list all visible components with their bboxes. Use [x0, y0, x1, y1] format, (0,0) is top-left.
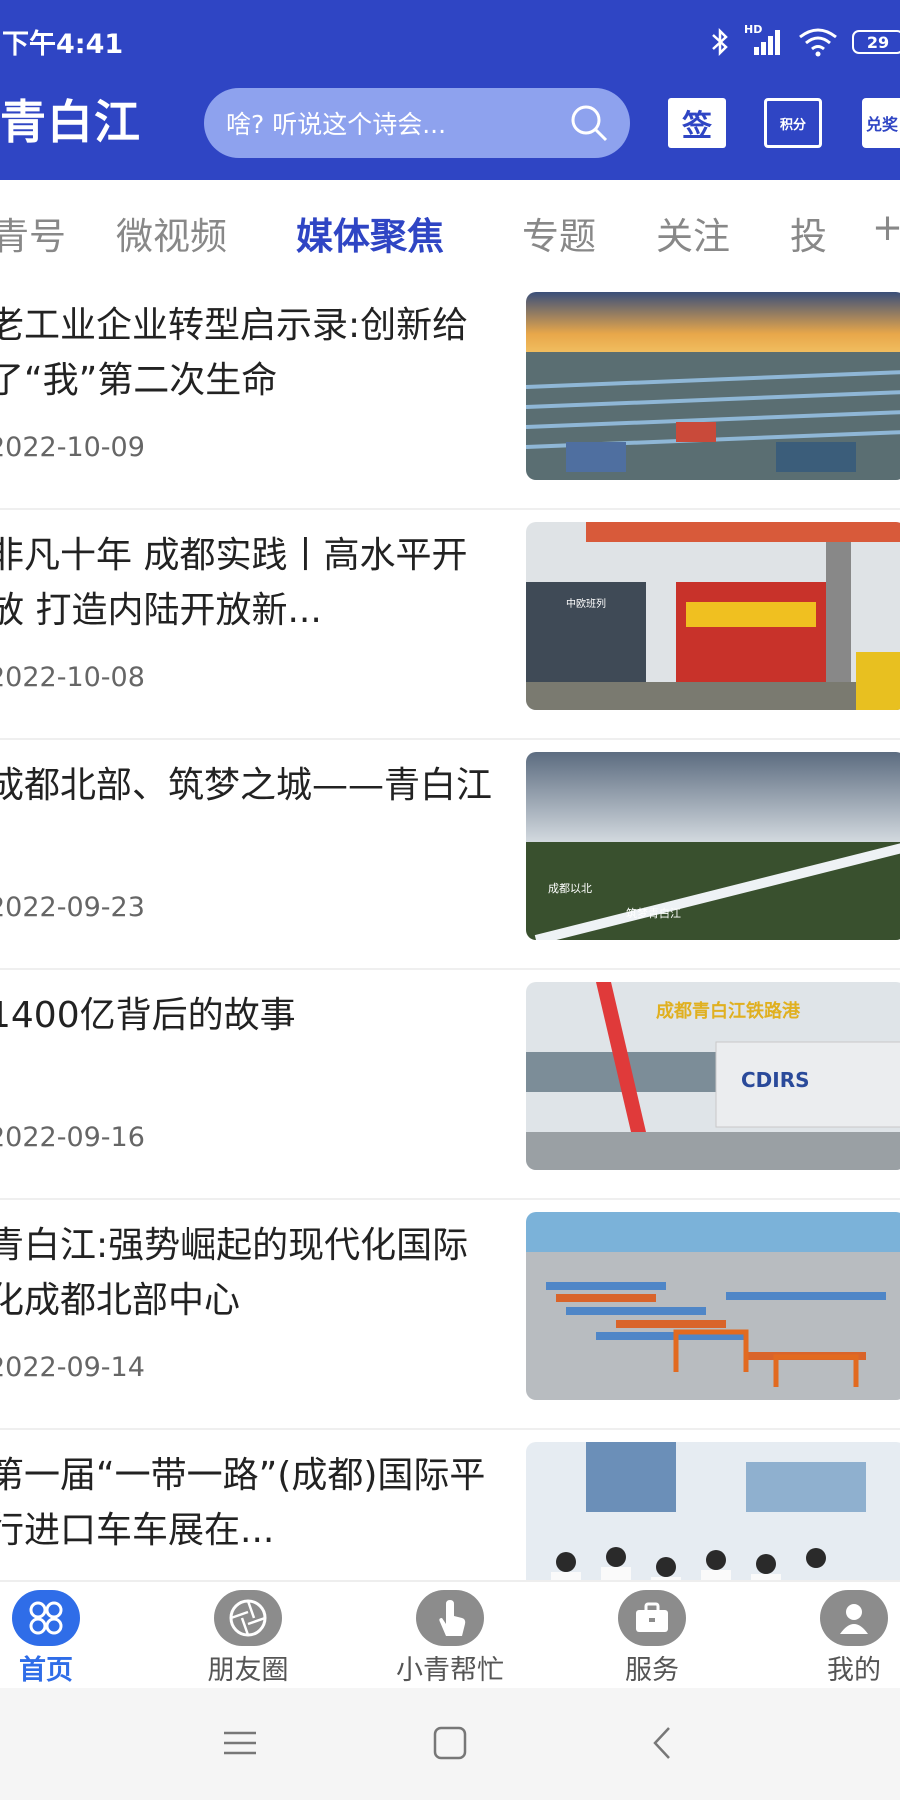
article-item[interactable]: 第一届“一带一路”(成都)国际平行进口车车展在...: [0, 1430, 900, 1580]
tab-media-focus[interactable]: 媒体聚焦: [296, 206, 444, 260]
camera-aperture-icon: [214, 1590, 282, 1646]
article-item[interactable]: 老工业企业转型启示录:创新给了“我”第二次生命 2022-10-09: [0, 280, 900, 510]
menu-icon[interactable]: [210, 1718, 270, 1768]
nav-help[interactable]: 小青帮忙: [380, 1590, 520, 1687]
sign-in-label: 签: [682, 109, 712, 144]
article-date: 2022-10-08: [0, 662, 145, 693]
user-icon: [820, 1590, 888, 1646]
article-date: 2022-09-23: [0, 892, 145, 923]
article-date: 2022-09-16: [0, 1122, 145, 1153]
signal-icon: HD: [744, 23, 784, 57]
sign-in-button[interactable]: 签: [668, 98, 726, 148]
article-thumbnail: [526, 1442, 900, 1580]
tab-submit[interactable]: 投: [790, 206, 827, 260]
article-feed: 老工业企业转型启示录:创新给了“我”第二次生命 2022-10-09 非凡十年 …: [0, 280, 900, 1580]
nav-profile-label: 我的: [827, 1655, 881, 1686]
tab-micro-video[interactable]: 微视频: [116, 206, 227, 260]
search-input[interactable]: 啥? 听说这个诗会...: [226, 105, 568, 141]
nav-services[interactable]: 服务: [582, 1590, 722, 1687]
container-brand-text: CDIRS: [741, 1068, 810, 1092]
status-icons: HD 29: [710, 22, 900, 62]
train-logo-text: 中欧班列: [566, 597, 606, 610]
category-tabs: 青号 微视频 媒体聚焦 专题 关注 投 +: [0, 180, 900, 280]
add-tab-button[interactable]: +: [872, 206, 900, 249]
article-title: 成都北部、筑梦之城——青白江: [0, 765, 493, 806]
system-navigation-bar: [0, 1688, 900, 1800]
article-date: 2022-09-14: [0, 1352, 145, 1383]
nav-moments-label: 朋友圈: [207, 1655, 289, 1686]
bluetooth-icon: [710, 27, 730, 57]
article-title: 老工业企业转型启示录:创新给了“我”第二次生命: [0, 305, 469, 401]
article-thumbnail: [526, 292, 900, 480]
app-logo: 青白江: [0, 95, 141, 149]
home-grid-icon: [12, 1590, 80, 1646]
article-title: 非凡十年 成都实践丨高水平开放 打造内陆开放新...: [0, 535, 468, 631]
nav-help-label: 小青帮忙: [396, 1655, 504, 1686]
hand-tap-icon: [416, 1590, 484, 1646]
article-item[interactable]: 成都北部、筑梦之城——青白江 2022-09-23 成都以北 筑梦青白江: [0, 740, 900, 970]
nav-moments[interactable]: 朋友圈: [178, 1590, 318, 1687]
nav-profile[interactable]: 我的: [784, 1590, 900, 1687]
points-button[interactable]: 积分: [764, 98, 822, 148]
article-date: 2022-10-09: [0, 432, 145, 463]
article-title: 第一届“一带一路”(成都)国际平行进口车车展在...: [0, 1455, 486, 1551]
signal-hd-label: HD: [744, 23, 763, 36]
redeem-label: 兑奖: [866, 115, 899, 134]
wifi-icon: [798, 27, 838, 57]
search-icon[interactable]: [568, 102, 610, 144]
search-bar[interactable]: 啥? 听说这个诗会...: [204, 88, 630, 158]
briefcase-icon: [618, 1590, 686, 1646]
city-caption-2: 筑梦青白江: [626, 906, 681, 920]
article-title: 1400亿背后的故事: [0, 995, 296, 1036]
bottom-navigation: 首页 朋友圈 小青帮忙 服务 我的: [0, 1580, 900, 1688]
back-icon[interactable]: [632, 1718, 692, 1768]
article-thumbnail: 成都青白江铁路港 CDIRS: [526, 982, 900, 1170]
home-square-icon[interactable]: [420, 1718, 480, 1768]
article-item[interactable]: 1400亿背后的故事 2022-09-16 成都青白江铁路港 CDIRS: [0, 970, 900, 1200]
article-thumbnail: 成都以北 筑梦青白江: [526, 752, 900, 940]
article-title: 青白江:强势崛起的现代化国际化成都北部中心: [0, 1225, 469, 1321]
nav-home-label: 首页: [19, 1655, 73, 1686]
city-caption-1: 成都以北: [548, 882, 592, 895]
article-thumbnail: [526, 1212, 900, 1400]
article-item[interactable]: 青白江:强势崛起的现代化国际化成都北部中心 2022-09-14: [0, 1200, 900, 1430]
tab-topics[interactable]: 专题: [522, 206, 596, 260]
points-label: 积分: [779, 117, 806, 133]
redeem-button[interactable]: 兑奖: [862, 98, 900, 148]
nav-home[interactable]: 首页: [0, 1590, 116, 1687]
gate-sign-text: 成都青白江铁路港: [656, 1000, 801, 1022]
tab-qinghao[interactable]: 青号: [0, 206, 66, 260]
tab-follow[interactable]: 关注: [656, 206, 730, 260]
status-time: 下午4:41: [2, 29, 124, 60]
nav-services-label: 服务: [625, 1655, 679, 1686]
app-header: 下午4:41 HD 29 青白江 啥? 听说这个诗会... 签 积分 兑奖: [0, 0, 900, 180]
article-thumbnail: 中欧班列: [526, 522, 900, 710]
article-item[interactable]: 非凡十年 成都实践丨高水平开放 打造内陆开放新... 2022-10-08 中欧…: [0, 510, 900, 740]
battery-indicator: 29: [852, 30, 900, 54]
